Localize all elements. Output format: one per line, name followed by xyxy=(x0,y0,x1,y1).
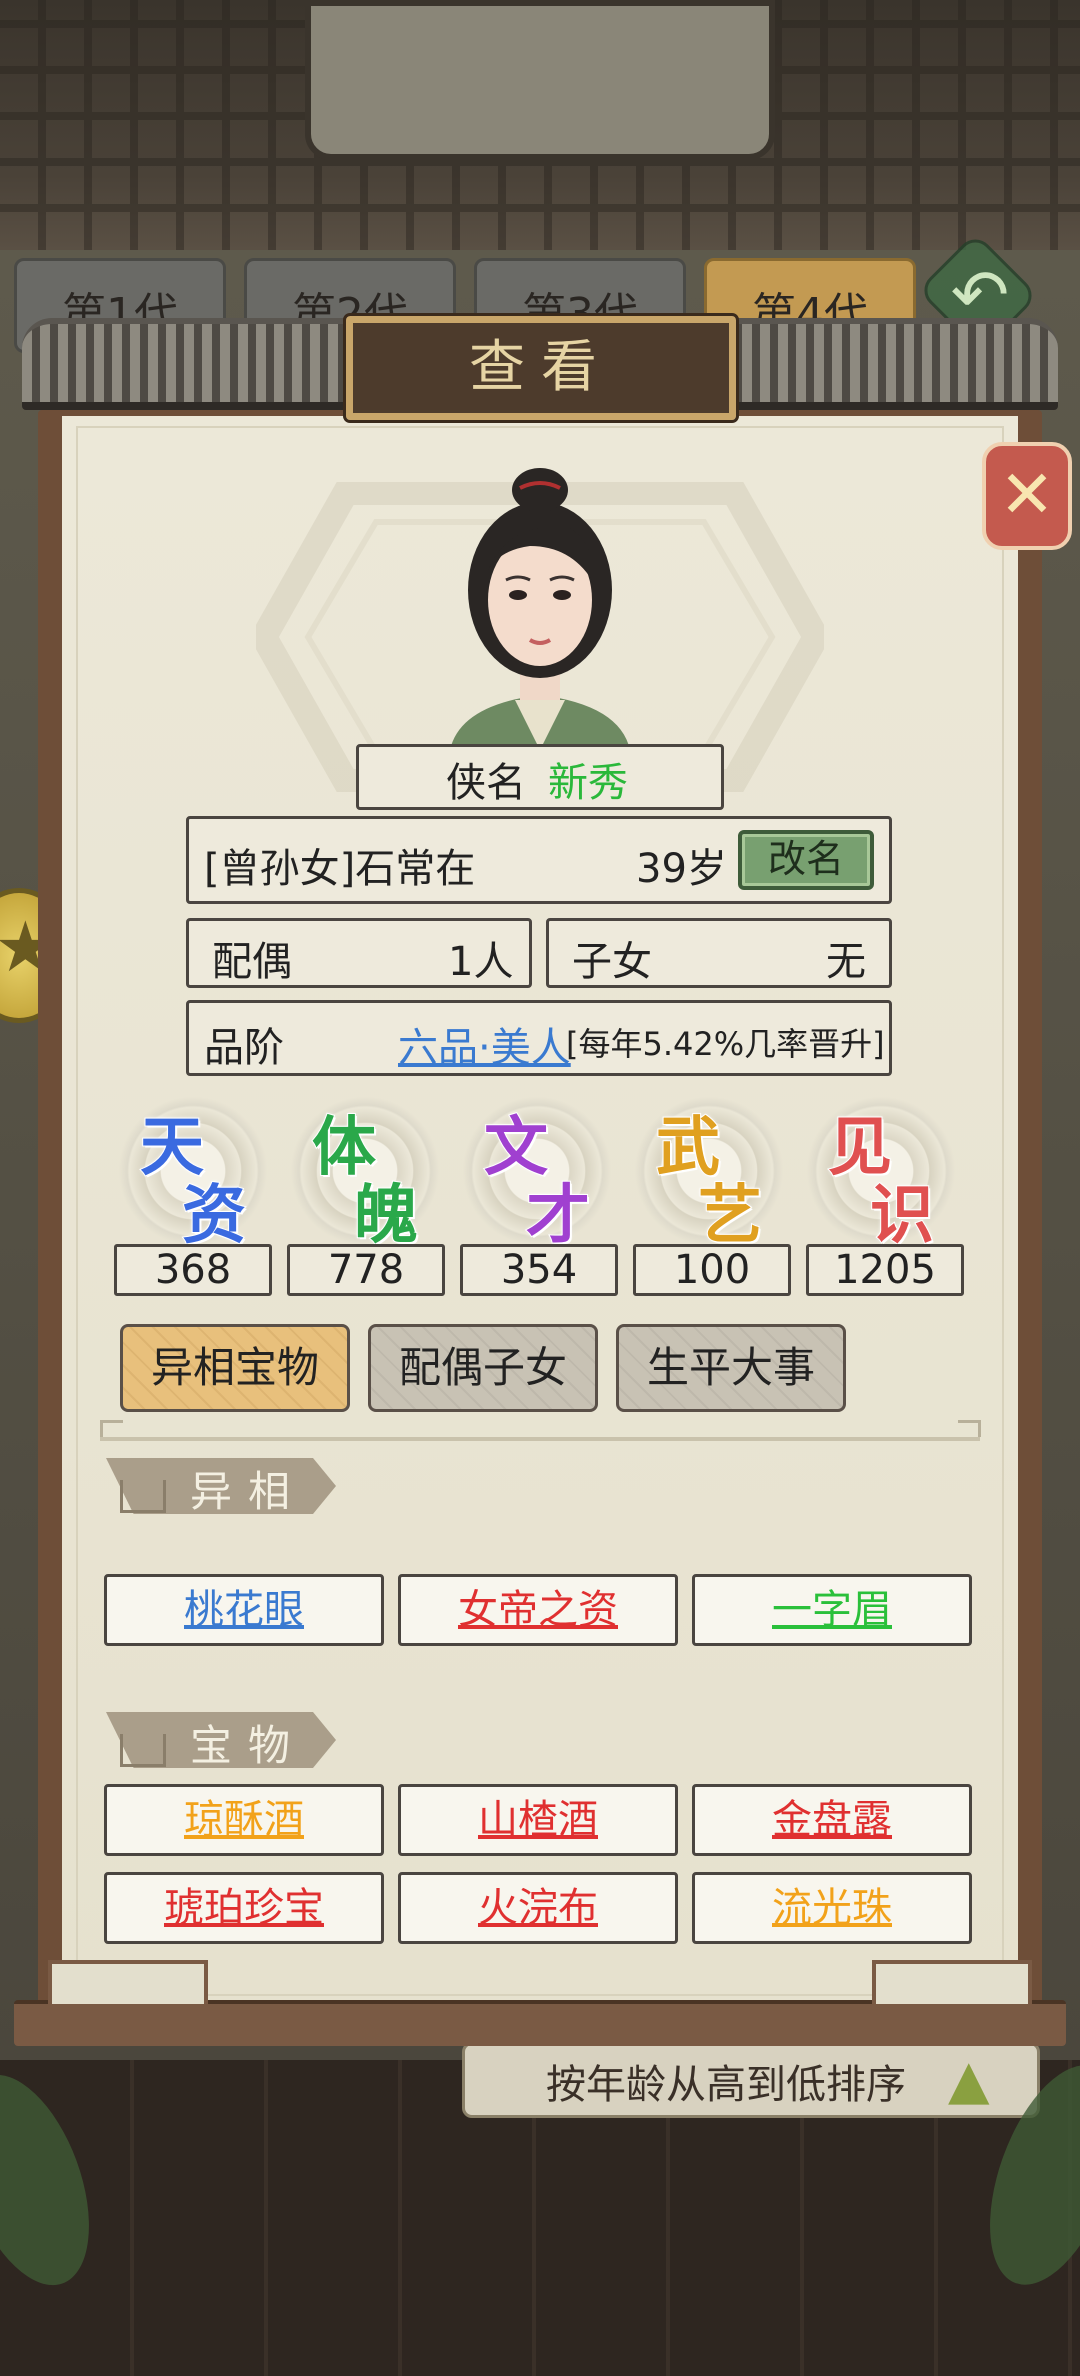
stat-physique-value: 778 xyxy=(287,1244,445,1296)
rail-decoration-left xyxy=(48,1960,208,2008)
triangle-up-icon: ▲ xyxy=(948,2048,990,2111)
hero-name-label: 侠名 xyxy=(446,760,526,806)
stat-talent-value: 368 xyxy=(114,1244,272,1296)
divider-corner-right xyxy=(958,1420,981,1437)
stat-martial-char-2: 艺 xyxy=(697,1177,763,1254)
sort-label: 按年龄从高到低排序 xyxy=(546,2062,906,2108)
spouse-label: 配偶 xyxy=(212,939,292,985)
tab-life-events[interactable]: 生平大事 xyxy=(616,1324,846,1412)
tab-spouse-children[interactable]: 配偶子女 xyxy=(368,1324,598,1412)
character-age: 39岁 xyxy=(636,846,727,892)
treasure-item-6[interactable]: 流光珠 xyxy=(692,1872,972,1944)
character-name: [曾孙女]石常在 xyxy=(204,846,476,892)
stat-knowledge-char-2: 识 xyxy=(869,1177,935,1254)
stat-talent-char-2: 资 xyxy=(181,1177,247,1254)
traits-section-label: 异相 xyxy=(190,1467,307,1516)
tag-decoration xyxy=(120,1734,166,1767)
rail-decoration-right xyxy=(872,1960,1032,2008)
divider-corner-left xyxy=(100,1420,123,1437)
trait-item-2[interactable]: 女帝之资 xyxy=(398,1574,678,1646)
tab-traits-treasures[interactable]: 异相宝物 xyxy=(120,1324,350,1412)
stat-physique-char-2: 魄 xyxy=(353,1177,419,1254)
character-portrait xyxy=(450,468,630,750)
treasure-item-3[interactable]: 金盘露 xyxy=(692,1784,972,1856)
rename-label: 改名 xyxy=(767,837,844,881)
rank-value-link[interactable]: 六品·美人 xyxy=(398,1015,571,1073)
children-label: 子女 xyxy=(572,939,652,985)
treasures-section-label: 宝物 xyxy=(190,1721,307,1770)
stat-literary-char-2: 才 xyxy=(525,1177,591,1254)
stat-martial-value: 100 xyxy=(633,1244,791,1296)
hero-name-box xyxy=(356,744,724,810)
tag-decoration xyxy=(120,1480,166,1513)
trait-item-3[interactable]: 一字眉 xyxy=(692,1574,972,1646)
hero-name-value: 新秀 xyxy=(548,760,628,806)
rank-label: 品阶 xyxy=(204,1025,284,1071)
trait-item-1[interactable]: 桃花眼 xyxy=(104,1574,384,1646)
section-divider xyxy=(100,1437,980,1441)
stat-knowledge-value: 1205 xyxy=(806,1244,964,1296)
treasure-item-5[interactable]: 火浣布 xyxy=(398,1872,678,1944)
treasure-item-4[interactable]: 琥珀珍宝 xyxy=(104,1872,384,1944)
wall-painting xyxy=(305,0,775,160)
children-value: 无 xyxy=(826,939,866,985)
dialog-title: 查看 xyxy=(469,335,613,400)
spouse-value: 1人 xyxy=(448,939,514,985)
treasure-item-2[interactable]: 山楂酒 xyxy=(398,1784,678,1856)
treasure-item-1[interactable]: 琼酥酒 xyxy=(104,1784,384,1856)
stat-literary-value: 354 xyxy=(460,1244,618,1296)
close-icon: ✕ xyxy=(999,456,1055,533)
rank-note: [每年5.42%几率晋升] xyxy=(566,1025,885,1063)
